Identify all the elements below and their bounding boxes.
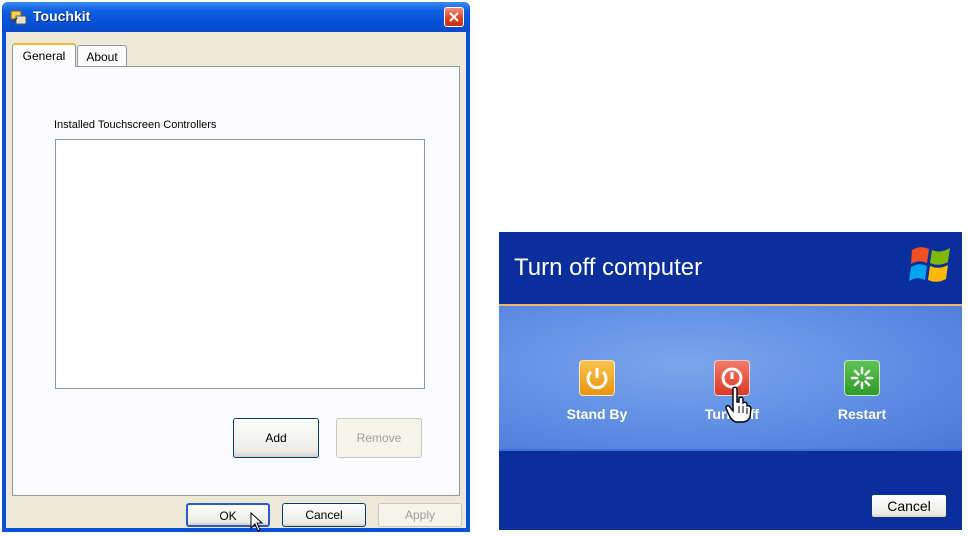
title-bar[interactable]: Touchkit <box>2 2 470 32</box>
mouse-cursor-icon <box>250 512 264 532</box>
apply-button[interactable]: Apply <box>378 503 462 527</box>
close-icon <box>449 12 459 22</box>
windows-logo-icon <box>909 247 950 282</box>
tab-about[interactable]: About <box>77 45 127 67</box>
controllers-listbox[interactable] <box>55 139 425 389</box>
stand-by-label: Stand By <box>566 406 628 422</box>
turnoff-cancel-button[interactable]: Cancel <box>871 494 947 518</box>
hand-cursor-icon <box>725 386 752 423</box>
window-title: Touchkit <box>33 8 91 24</box>
cancel-button[interactable]: Cancel <box>282 503 366 527</box>
restart-icon <box>850 366 874 390</box>
installed-controllers-label: Installed Touchscreen Controllers <box>54 119 217 131</box>
close-button[interactable] <box>444 7 464 27</box>
restart-button[interactable] <box>844 360 880 396</box>
turnoff-options-panel: Stand By Turn Off Restart <box>499 304 962 449</box>
turn-off-computer-dialog: Turn off computer Stand By Turn Off <box>499 232 962 530</box>
dialog-body: General About Installed Touchscreen Cont… <box>6 32 466 532</box>
touchkit-app-icon <box>10 10 27 25</box>
touchkit-window: Touchkit General About Installed Touchsc… <box>2 2 470 532</box>
stand-by-button[interactable] <box>579 360 615 396</box>
power-icon <box>586 368 608 390</box>
remove-button[interactable]: Remove <box>336 418 422 458</box>
turnoff-header: Turn off computer <box>499 232 962 304</box>
restart-label: Restart <box>837 406 887 422</box>
tab-general[interactable]: General <box>12 43 76 67</box>
add-button[interactable]: Add <box>233 418 319 458</box>
turnoff-title: Turn off computer <box>514 254 703 281</box>
